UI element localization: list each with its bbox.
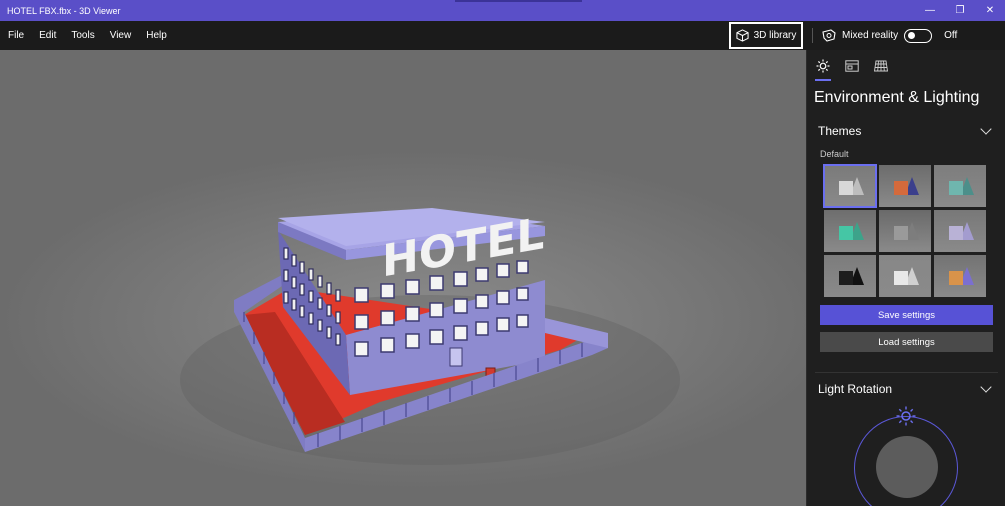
hotel-model[interactable]: HOTEL — [0, 50, 806, 506]
close-button[interactable]: ✕ — [975, 0, 1005, 21]
theme-preview-shape — [894, 226, 908, 240]
theme-preview-shape — [839, 226, 853, 240]
themes-section-header[interactable]: Themes — [818, 123, 994, 138]
toggle-knob — [908, 32, 916, 39]
restore-button[interactable]: ❐ — [945, 0, 975, 21]
title-accent-strip — [455, 0, 582, 2]
panel-tabs — [815, 56, 889, 81]
mixed-reality-control: Mixed reality Off — [822, 21, 957, 50]
light-rotation-sphere — [876, 436, 938, 498]
theme-preview-shape — [949, 271, 963, 285]
menu-help[interactable]: Help — [146, 30, 167, 41]
menu-divider — [812, 28, 813, 43]
light-rotation-heading: Light Rotation — [818, 382, 893, 396]
light-rotation-dial[interactable] — [854, 416, 958, 506]
side-panel: Environment & Lighting Themes Default Sa… — [806, 50, 1005, 506]
save-settings-button[interactable]: Save settings — [820, 305, 993, 325]
menu-edit[interactable]: Edit — [39, 30, 56, 41]
cube-icon — [736, 29, 749, 42]
themes-grid — [823, 164, 986, 297]
theme-preview-shape — [894, 271, 908, 285]
mixed-reality-state: Off — [944, 30, 958, 41]
load-settings-button[interactable]: Load settings — [820, 332, 993, 352]
tab-environment-lighting[interactable] — [815, 56, 831, 81]
section-divider — [815, 372, 998, 373]
theme-preview-shape — [839, 181, 853, 195]
theme-thumbnail[interactable] — [879, 210, 931, 252]
panel-title: Environment & Lighting — [814, 89, 980, 106]
menu-view[interactable]: View — [110, 30, 132, 41]
theme-thumbnail[interactable] — [934, 210, 986, 252]
minimize-button[interactable]: — — [915, 0, 945, 21]
menu-file[interactable]: File — [8, 30, 24, 41]
theme-thumbnail[interactable] — [934, 165, 986, 207]
tab-grid-views[interactable] — [873, 56, 889, 76]
title-bar: HOTEL FBX.fbx - 3D Viewer — ❐ ✕ — [0, 0, 1005, 21]
3d-library-button[interactable]: 3D library — [729, 22, 803, 49]
theme-preview-shape — [949, 181, 963, 195]
window-controls: — ❐ ✕ — [915, 0, 1005, 21]
theme-thumbnail[interactable] — [879, 255, 931, 297]
theme-thumbnail[interactable] — [934, 255, 986, 297]
theme-thumbnail[interactable] — [879, 165, 931, 207]
theme-preview-shape — [949, 226, 963, 240]
themes-heading: Themes — [818, 124, 862, 138]
tab-stats-shading[interactable] — [844, 56, 860, 76]
menu-tools[interactable]: Tools — [71, 30, 94, 41]
sun-icon — [816, 59, 830, 73]
light-sun-icon[interactable] — [896, 406, 916, 426]
window-title: HOTEL FBX.fbx - 3D Viewer — [7, 5, 121, 16]
mixed-reality-label: Mixed reality — [842, 30, 899, 41]
3d-library-label: 3D library — [753, 30, 797, 41]
chevron-down-icon — [980, 123, 992, 135]
chevron-down-icon — [980, 381, 992, 393]
3d-viewport[interactable]: HOTEL — [0, 50, 806, 506]
glass-door — [449, 347, 463, 367]
theme-thumbnail[interactable] — [824, 255, 876, 297]
mixed-reality-icon — [822, 29, 836, 42]
mixed-reality-toggle[interactable] — [904, 28, 933, 43]
theme-preview-shape — [894, 181, 908, 195]
selected-theme-label: Default — [820, 149, 849, 159]
stats-icon — [845, 60, 859, 72]
grid-icon — [874, 60, 888, 72]
theme-preview-shape — [839, 271, 853, 285]
theme-thumbnail[interactable] — [824, 210, 876, 252]
theme-thumbnail[interactable] — [823, 164, 877, 208]
light-rotation-section-header[interactable]: Light Rotation — [818, 381, 994, 396]
